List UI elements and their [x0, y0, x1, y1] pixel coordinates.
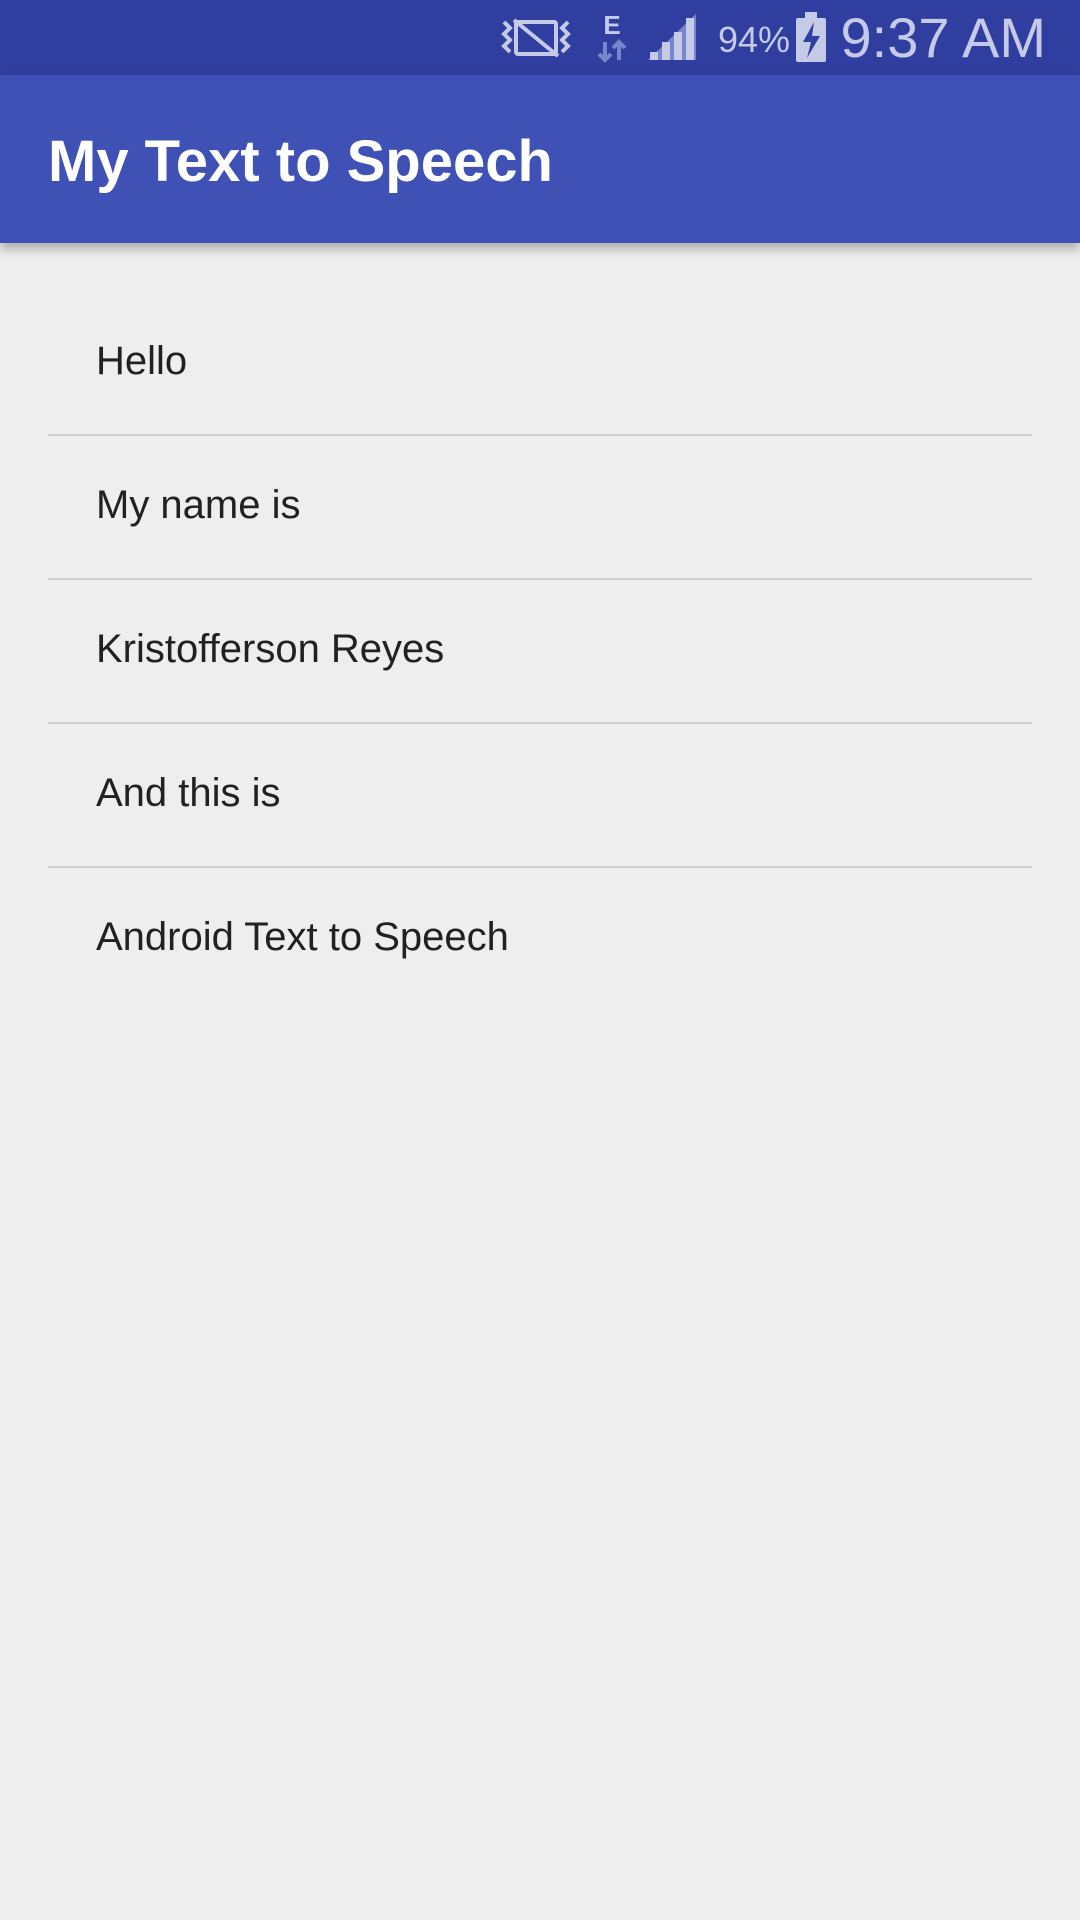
- list-item-label: My name is: [96, 483, 301, 527]
- signal-icon: [648, 14, 696, 60]
- app-title: My Text to Speech: [48, 129, 553, 194]
- list-item[interactable]: My name is: [48, 436, 1032, 580]
- battery-percent: 94%: [718, 19, 791, 60]
- list-item-label: And this is: [96, 771, 281, 815]
- list-item[interactable]: And this is: [48, 724, 1032, 868]
- app-bar: My Text to Speech: [0, 75, 1080, 243]
- status-bar: E 94% 9:37 AM: [0, 0, 1080, 75]
- phrase-list: Hello My name is Kristofferson Reyes And…: [48, 292, 1032, 1012]
- battery-charging-icon: [796, 12, 826, 62]
- status-clock: 9:37 AM: [840, 6, 1046, 69]
- list-item[interactable]: Kristofferson Reyes: [48, 580, 1032, 724]
- list-item-label: Hello: [96, 339, 188, 383]
- vibrate-mute-icon: [501, 18, 571, 58]
- edge-data-icon: E: [597, 10, 627, 63]
- list-item[interactable]: Hello: [48, 292, 1032, 436]
- network-type-label: E: [603, 10, 620, 40]
- list-item-label: Kristofferson Reyes: [96, 627, 445, 671]
- list-item-label: Android Text to Speech: [96, 915, 509, 959]
- list-item[interactable]: Android Text to Speech: [48, 868, 1032, 1012]
